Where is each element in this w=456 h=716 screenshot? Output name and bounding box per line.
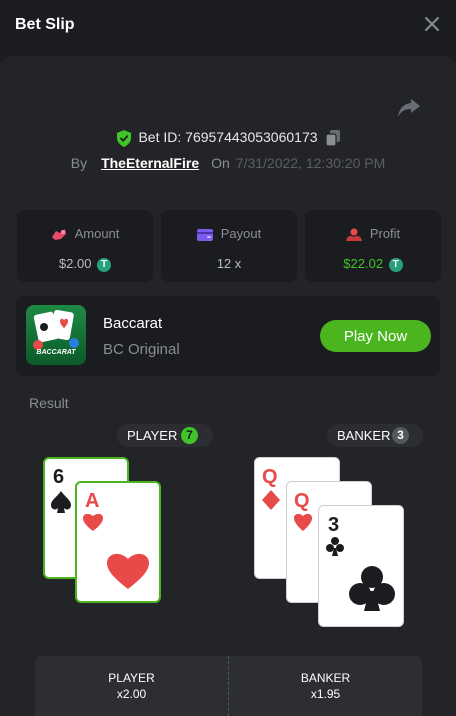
cards-illustration-icon: [33, 309, 79, 350]
player-option[interactable]: PLAYER x2.00: [35, 670, 228, 702]
banker-card-3-rank: 3: [328, 514, 339, 536]
amount-icon: [51, 229, 66, 241]
bet-slip-title: Bet Slip: [15, 16, 75, 33]
banker-option-label: BANKER: [300, 671, 351, 685]
player-card-2-rank: A: [85, 490, 99, 512]
profit-card: Profit $22.02: [305, 210, 441, 282]
profit-value: $22.02: [343, 256, 384, 271]
banker-card-3: 3: [318, 505, 404, 627]
baccarat-thumbnail[interactable]: BACCARAT: [26, 305, 86, 365]
payout-label: Payout: [220, 226, 262, 241]
close-icon[interactable]: [422, 14, 442, 34]
thumbnail-text: BACCARAT: [36, 349, 76, 356]
player-label: PLAYER: [127, 428, 178, 443]
by-label: By: [70, 155, 88, 171]
bet-id-row: Bet ID: 76957443053060173: [0, 129, 456, 147]
usdt-coin-icon: [97, 257, 112, 272]
bet-byline: By TheEternalFire On 7/31/2022, 12:30:20 PM: [0, 155, 456, 171]
amount-value-row: $2.00: [17, 256, 153, 272]
player-option-odds: x2.00: [116, 687, 147, 701]
amount-label-row: Amount: [17, 226, 153, 241]
profit-value-row: $22.02: [305, 256, 441, 272]
payout-label-row: Payout: [161, 226, 297, 241]
game-subtitle: BC Original: [103, 341, 180, 358]
banker-option-odds: x1.95: [310, 687, 341, 701]
play-now-button[interactable]: Play Now: [320, 320, 431, 352]
amount-card: Amount $2.00: [17, 210, 153, 282]
payout-card: Payout 12 x: [161, 210, 297, 282]
wallet-icon: [196, 228, 213, 241]
game-card: BACCARAT Baccarat BC Original Play Now: [16, 296, 440, 376]
bet-slip-header: Bet Slip: [0, 0, 456, 52]
player-score-badge: 7: [181, 427, 198, 444]
banker-score-badge: 3: [392, 427, 409, 444]
profit-icon: [345, 228, 362, 241]
on-label: On: [211, 155, 230, 171]
profit-label: Profit: [369, 226, 401, 241]
shield-check-icon: [117, 129, 132, 147]
player-card-1-rank: 6: [53, 466, 64, 488]
usdt-coin-icon: [388, 257, 403, 272]
banker-score-pill: BANKER 3: [327, 424, 423, 447]
share-icon[interactable]: [397, 97, 421, 119]
profit-label-row: Profit: [305, 226, 441, 242]
bet-options-bar: PLAYER x2.00 BANKER x1.95: [35, 656, 422, 716]
payout-value: 12 x: [216, 256, 242, 271]
player-card-2: A: [75, 481, 161, 603]
amount-label: Amount: [74, 226, 120, 241]
result-label: Result: [29, 395, 69, 411]
banker-card-2-rank: Q: [294, 490, 310, 512]
game-name: Baccarat: [103, 315, 163, 332]
bet-date: 7/31/2022, 12:30:20 PM: [235, 155, 386, 171]
banker-label: BANKER: [337, 428, 391, 443]
banker-card-1-rank: Q: [262, 466, 278, 488]
username-link[interactable]: TheEternalFire: [101, 155, 199, 171]
player-score-pill: PLAYER 7: [117, 424, 213, 447]
bet-id-text: Bet ID: 76957443053060173: [138, 129, 318, 145]
banker-option[interactable]: BANKER x1.95: [229, 670, 422, 702]
amount-value: $2.00: [58, 256, 92, 271]
player-option-label: PLAYER: [108, 671, 155, 685]
copy-icon[interactable]: [325, 130, 340, 147]
